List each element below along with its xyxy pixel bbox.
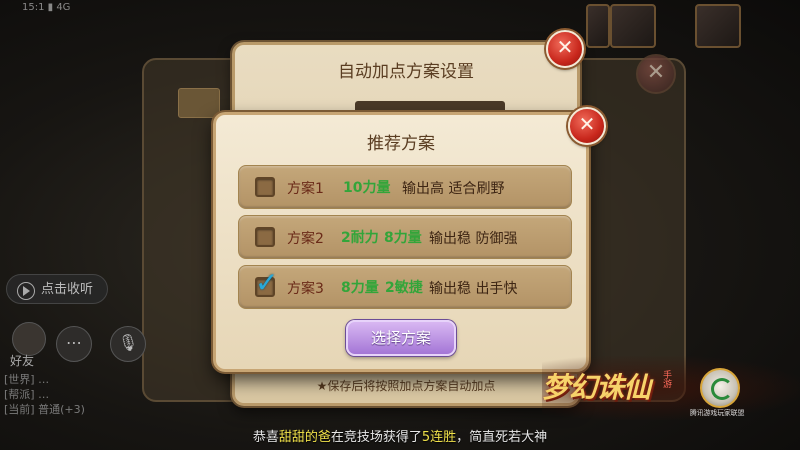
dialog-title: 自动加点方案设置 <box>338 62 474 82</box>
plan-description: 输出稳 防御强 <box>429 231 518 247</box>
close-icon: ✕ <box>556 35 574 59</box>
voice-listen-label: 点击收听 <box>41 282 94 297</box>
plan-name: 方案2 <box>287 231 324 247</box>
broadcast-text: 在竞技场获得了 <box>330 430 422 445</box>
broadcast-text: ，简直死若大神 <box>456 430 548 445</box>
plan-option-2[interactable]: 方案2 2耐力 8力量 输出稳 防御强 <box>238 215 572 259</box>
plan-description: 输出高 适合刷野 <box>402 181 505 197</box>
plan-stat: 8力量 <box>341 280 379 296</box>
play-icon <box>17 282 35 300</box>
plan-stat: 2敏捷 <box>385 280 423 296</box>
microphone-icon[interactable]: 🎙 <box>110 326 146 362</box>
plan-3-checkbox[interactable]: ✓ <box>255 269 278 297</box>
chat-line: [帮派] … <box>4 388 50 401</box>
close-recommend-button[interactable]: ✕ <box>568 107 606 145</box>
chat-log: [世界] … [帮派] … [当前] 普通(+3) <box>4 372 85 417</box>
system-broadcast: 恭喜甜甜的爸在竞技场获得了5连胜，简直死若大神 <box>0 426 800 445</box>
logo-subtitle: 手游 <box>661 370 671 388</box>
select-plan-button[interactable]: 选择方案 <box>346 320 456 356</box>
plan-stat: 8力量 <box>384 230 422 246</box>
tencent-alliance-logo-icon <box>700 368 740 408</box>
plan-1-checkbox[interactable] <box>255 177 275 197</box>
plan-2-checkbox[interactable] <box>255 227 275 247</box>
plan-option-3[interactable]: ✓ 方案3 8力量 2敏捷 输出稳 出手快 <box>238 265 572 309</box>
alliance-caption: 腾讯游戏玩家联盟 <box>690 408 745 417</box>
plan-option-1[interactable]: 方案1 10力量 输出高 适合刷野 <box>238 165 572 209</box>
voice-listen-button[interactable]: 点击收听 <box>6 274 108 304</box>
save-hint: ★保存后将按照加点方案自动加点 <box>316 379 496 393</box>
logo-title: 梦幻诛仙 <box>542 371 651 404</box>
recommend-plan-dialog: 推荐方案 方案1 10力量 输出高 适合刷野 方案2 2耐力 8力量 输出稳 防… <box>213 112 589 372</box>
status-bar: 15:1 ▮ 4G <box>22 2 71 13</box>
game-screen: 15:1 ▮ 4G ✕ 点击收听 好友 ⋯ 🎙 [世界] … [帮派] … [当… <box>0 0 800 450</box>
broadcast-text: 恭喜 <box>252 430 279 445</box>
background-close-icon: ✕ <box>636 54 676 94</box>
game-logo: 梦幻诛仙 手游 腾讯游戏玩家联盟 <box>542 356 800 420</box>
broadcast-player[interactable]: 甜甜的爸 <box>279 430 331 445</box>
plan-name: 方案3 <box>287 281 324 297</box>
chat-bubble-icon[interactable]: ⋯ <box>56 326 92 362</box>
bg-avatar <box>610 4 656 48</box>
plan-name: 方案1 <box>287 181 324 197</box>
plan-stat: 10力量 <box>343 180 391 196</box>
friend-label: 好友 <box>10 354 35 368</box>
friend-avatar-icon[interactable] <box>12 322 46 356</box>
chat-line: [世界] … <box>4 373 50 386</box>
plan-stat: 2耐力 <box>341 230 379 246</box>
close-icon: ✕ <box>578 112 596 136</box>
bg-avatar-partial <box>586 4 610 48</box>
checkmark-icon: ✓ <box>255 266 279 299</box>
dialog-title: 推荐方案 <box>367 134 435 154</box>
background-tab <box>178 88 220 118</box>
bg-avatar <box>695 4 741 48</box>
plan-description: 输出稳 出手快 <box>429 281 518 297</box>
broadcast-highlight: 5连胜 <box>421 430 457 445</box>
chat-line: [当前] 普通(+3) <box>4 403 85 416</box>
close-auto-plan-button[interactable]: ✕ <box>546 30 584 68</box>
